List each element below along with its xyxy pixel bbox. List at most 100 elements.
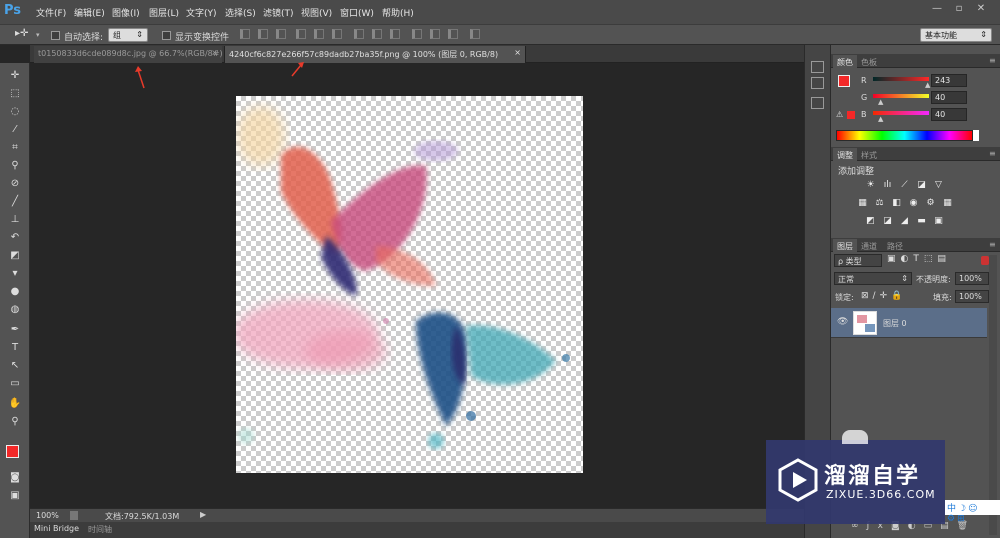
blend-mode-dropdown[interactable]: 正常 ⇕ [834,272,912,285]
layer-filter-dropdown[interactable]: ρ 类型 [834,254,882,267]
invert-icon[interactable]: ◩ [865,216,876,226]
menu-view[interactable]: 视图(V) [301,6,332,19]
auto-select-checkbox[interactable] [51,31,60,40]
quick-select-tool-icon[interactable]: ⁄ [7,123,23,137]
tab-color[interactable]: 颜色 [833,55,857,70]
blur-tool-icon[interactable]: ● [7,285,23,299]
eye-icon[interactable]: 👁 [837,317,848,327]
history-panel-icon[interactable] [811,61,824,73]
panel-menu-icon[interactable]: ≡ [989,149,996,158]
eraser-tool-icon[interactable]: ◩ [7,249,23,263]
levels-icon[interactable]: ılı [882,180,893,190]
status-arrow-icon[interactable]: ▶ [200,510,206,519]
filter-toggle-icon[interactable] [981,256,989,265]
hue-saturation-icon[interactable]: ▦ [857,198,868,208]
panel-menu-icon[interactable]: ≡ [989,56,996,65]
lasso-tool-icon[interactable]: ◌ [7,105,23,119]
channel-mixer-icon[interactable]: ⚙ [925,198,936,208]
menu-filter[interactable]: 滤镜(T) [263,6,294,19]
minimize-button[interactable]: — [930,2,944,16]
channel-g-value[interactable]: 40 [931,91,967,104]
align-hcenter-icon[interactable] [314,29,324,39]
close-window-button[interactable]: ✕ [974,2,988,16]
marquee-tool-icon[interactable]: ⬚ [7,87,23,101]
white-swatch[interactable] [973,130,979,141]
path-select-tool-icon[interactable]: ↖ [7,359,23,373]
exposure-icon[interactable]: ◪ [916,180,927,190]
ime-toolbar[interactable]: 中☽☺⚙⊞ [945,500,1000,524]
layers-scrollbar[interactable] [989,255,997,535]
slider-handle-icon[interactable]: ▲ [878,115,883,123]
move-tool-icon[interactable]: ✛ [7,69,23,83]
menu-edit[interactable]: 编辑(E) [74,6,105,19]
menu-type[interactable]: 文字(Y) [186,6,217,19]
brightness-contrast-icon[interactable]: ☀ [865,180,876,190]
distribute-right-icon[interactable] [448,29,458,39]
zoom-tool-icon[interactable]: ⚲ [7,415,23,429]
menu-image[interactable]: 图像(I) [112,6,140,19]
character-panel-icon[interactable] [811,97,824,109]
distribute-hcenter-icon[interactable] [430,29,440,39]
black-white-icon[interactable]: ◧ [891,198,902,208]
auto-select-dropdown[interactable]: 组 ⇕ [108,28,148,42]
tab-adjustments[interactable]: 调整 [833,148,857,163]
channel-r-slider[interactable] [873,77,929,81]
status-icon[interactable] [70,511,78,520]
eyedropper-tool-icon[interactable]: ⚲ [7,159,23,173]
tab-document-jpg[interactable]: t0150833d6cde089d8c.jpg @ 66.7%(RGB/8#) … [34,46,223,63]
photo-filter-icon[interactable]: ◉ [908,198,919,208]
zoom-level[interactable]: 100% [36,511,59,520]
distribute-vcenter-icon[interactable] [372,29,382,39]
distribute-bottom-icon[interactable] [390,29,400,39]
crop-tool-icon[interactable]: ⌗ [7,141,23,155]
layer-thumbnail[interactable] [853,311,877,335]
tab-timeline[interactable]: 时间轴 [88,524,112,535]
gamut-swatch[interactable] [847,111,855,119]
menu-window[interactable]: 窗口(W) [340,6,374,19]
panel-menu-icon[interactable]: ≡ [989,240,996,249]
clone-stamp-tool-icon[interactable]: ⊥ [7,213,23,227]
tab-styles[interactable]: 样式 [857,148,881,163]
quick-mask-icon[interactable]: ◙ [7,471,23,485]
maximize-button[interactable]: ▫ [952,2,966,16]
color-lookup-icon[interactable]: ▦ [942,198,953,208]
type-tool-icon[interactable]: T [7,341,23,355]
channel-b-value[interactable]: 40 [931,108,967,121]
menu-select[interactable]: 选择(S) [225,6,256,19]
slider-handle-icon[interactable]: ▲ [925,81,930,89]
warning-icon[interactable]: ⚠ [836,110,843,119]
fill-input[interactable]: 100% [955,290,989,303]
posterize-icon[interactable]: ◪ [882,216,893,226]
align-top-icon[interactable] [240,29,250,39]
brush-tool-icon[interactable]: ╱ [7,195,23,209]
tab-channels[interactable]: 通道 [857,239,881,254]
document-canvas[interactable] [236,96,583,473]
tab-swatches[interactable]: 色板 [857,55,881,70]
vibrance-icon[interactable]: ▽ [933,180,944,190]
channel-r-value[interactable]: 243 [931,74,967,87]
align-left-icon[interactable] [296,29,306,39]
color-spectrum-ramp[interactable] [836,130,973,141]
foreground-color-swatch[interactable] [838,75,850,87]
opacity-input[interactable]: 100% [955,272,989,285]
close-icon[interactable]: × [211,48,218,57]
layer-filter-icons[interactable]: ▣◐T⬚▤ [887,254,977,267]
screen-mode-icon[interactable]: ▣ [7,489,23,503]
menu-help[interactable]: 帮助(H) [382,6,414,19]
align-vcenter-icon[interactable] [258,29,268,39]
workspace-dropdown[interactable]: 基本功能 ⇕ [920,28,992,42]
rectangle-tool-icon[interactable]: ▭ [7,377,23,391]
align-bottom-icon[interactable] [276,29,286,39]
hand-tool-icon[interactable]: ✋ [7,397,23,411]
menu-file[interactable]: 文件(F) [36,6,66,19]
menu-layer[interactable]: 图层(L) [149,6,179,19]
close-icon[interactable]: × [514,48,521,57]
distribute-left-icon[interactable] [412,29,422,39]
auto-align-icon[interactable] [470,29,480,39]
show-transform-checkbox[interactable] [162,31,171,40]
tab-layers[interactable]: 图层 [833,239,857,254]
history-brush-tool-icon[interactable]: ↶ [7,231,23,245]
curves-icon[interactable]: ⟋ [899,180,910,190]
layer-name[interactable]: 图层 0 [883,318,907,329]
tab-document-png[interactable]: 4240cf6c827e266f57c89dadb27ba35f.png @ 1… [224,46,526,63]
